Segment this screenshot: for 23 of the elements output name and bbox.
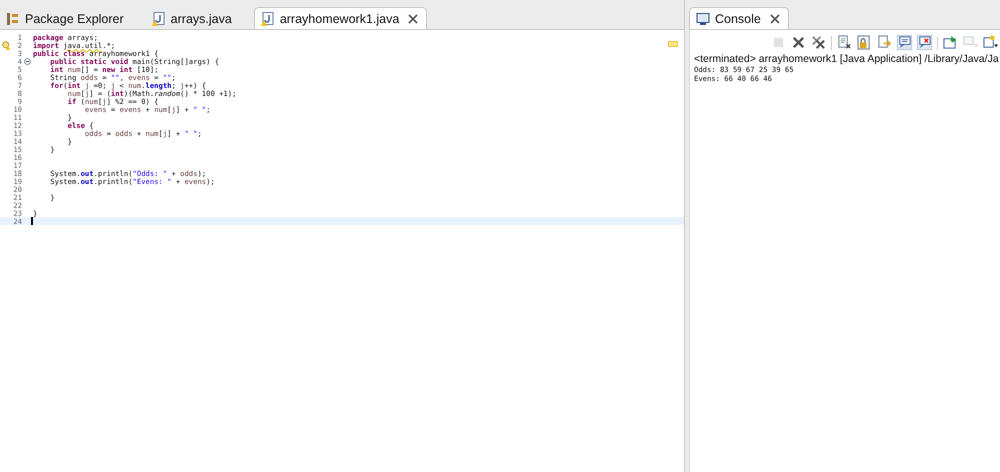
editor-tab[interactable]: arrays.java <box>146 8 240 29</box>
collapse-icon[interactable] <box>24 58 30 64</box>
lock-icon[interactable] <box>857 35 872 50</box>
editor-tab[interactable]: arrayhomework1.java <box>254 7 428 29</box>
document-arrow-icon[interactable] <box>877 35 892 50</box>
document-x-icon[interactable] <box>837 35 852 50</box>
close-icon[interactable] <box>770 14 780 24</box>
double-x-icon[interactable] <box>811 35 826 50</box>
close-icon[interactable] <box>408 14 418 24</box>
console-tab[interactable]: Console <box>689 7 789 29</box>
console-process-label: <terminated> arrayhomework1 [Java Application] /Library/Java/Ja <box>694 53 1000 65</box>
warning-marker[interactable] <box>668 41 678 47</box>
monitor-icon <box>696 12 710 26</box>
text-cursor <box>31 217 33 225</box>
java-file-warning-icon <box>152 12 166 26</box>
editor-tab[interactable]: Package Explorer <box>0 8 132 29</box>
package-explorer-icon <box>6 12 20 26</box>
speech-bubble-icon[interactable] <box>917 35 932 50</box>
close-icon[interactable] <box>791 35 806 50</box>
speech-bubble-icon[interactable] <box>897 35 912 50</box>
java-file-warning-icon <box>260 12 275 26</box>
warning-bulb-icon[interactable] <box>2 41 10 50</box>
window-dropdown-icon[interactable] <box>983 35 998 50</box>
